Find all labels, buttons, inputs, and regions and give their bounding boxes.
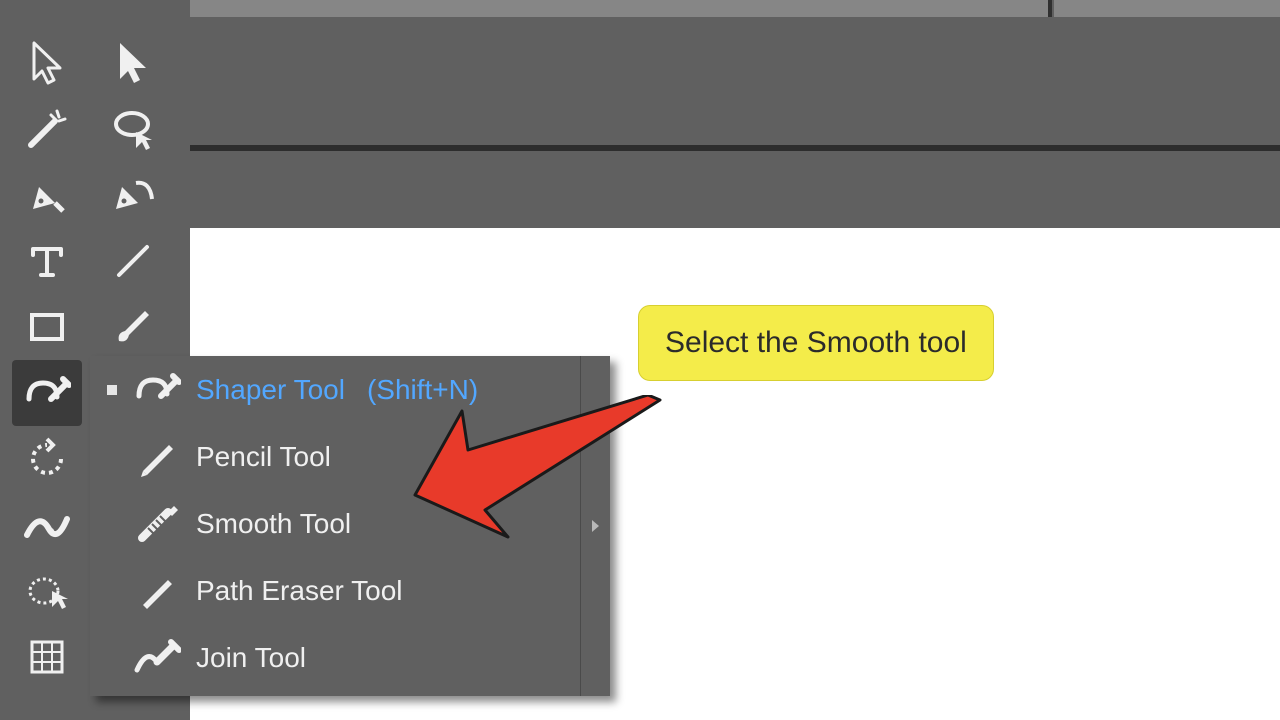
rotate-tool[interactable] <box>12 426 82 492</box>
flyout-item-label: Shaper Tool <box>196 374 345 406</box>
shaper-icon <box>130 363 184 417</box>
active-marker-icon <box>100 378 124 402</box>
selection-tool[interactable] <box>12 30 82 96</box>
type-tool[interactable] <box>12 228 82 294</box>
rectangle-tool[interactable] <box>12 294 82 360</box>
pointer-arrow-icon <box>410 395 670 545</box>
join-icon <box>130 631 184 685</box>
tab-strip-right <box>1054 0 1280 17</box>
flyout-item-path-eraser[interactable]: Path Eraser Tool <box>90 557 580 624</box>
direct-selection-tool[interactable] <box>98 30 168 96</box>
magic-wand-tool[interactable] <box>12 96 82 162</box>
path-eraser-icon <box>130 564 184 618</box>
control-bar <box>190 0 1280 147</box>
flyout-item-join[interactable]: Join Tool <box>90 624 580 691</box>
flyout-item-label: Smooth Tool <box>196 508 351 540</box>
shaper-tool[interactable] <box>12 360 82 426</box>
free-transform-tool[interactable] <box>12 558 82 624</box>
line-tool[interactable] <box>98 228 168 294</box>
flyout-item-label: Join Tool <box>196 642 306 674</box>
options-bar <box>190 151 1280 228</box>
width-tool[interactable] <box>12 492 82 558</box>
paintbrush-tool[interactable] <box>98 294 168 360</box>
smooth-icon <box>130 497 184 551</box>
instruction-callout: Select the Smooth tool <box>638 305 994 381</box>
callout-text: Select the Smooth tool <box>665 326 967 359</box>
pencil-icon <box>130 430 184 484</box>
mesh-tool[interactable] <box>12 624 82 690</box>
lasso-tool[interactable] <box>98 96 168 162</box>
flyout-item-label: Pencil Tool <box>196 441 331 473</box>
pen-tool[interactable] <box>12 162 82 228</box>
tab-strip <box>190 0 1052 17</box>
curvature-tool[interactable] <box>98 162 168 228</box>
flyout-item-label: Path Eraser Tool <box>196 575 403 607</box>
